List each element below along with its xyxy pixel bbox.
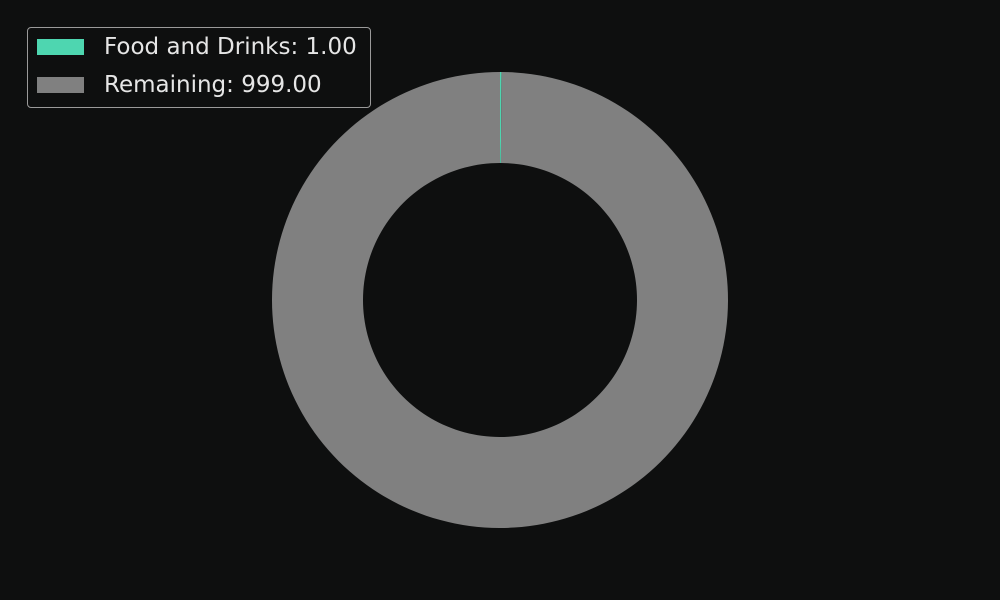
legend-swatch-remaining — [37, 77, 84, 93]
legend-item-food-and-drinks: Food and Drinks: 1.00 — [37, 33, 357, 61]
chart-container: Food and Drinks: 1.00 Remaining: 999.00 — [0, 0, 1000, 600]
legend-item-remaining: Remaining: 999.00 — [37, 71, 322, 99]
legend-swatch-food-and-drinks — [37, 39, 84, 55]
chart-legend: Food and Drinks: 1.00 Remaining: 999.00 — [27, 27, 371, 108]
donut-slice-remaining — [271, 72, 728, 528]
legend-label-remaining: Remaining: 999.00 — [104, 72, 322, 98]
legend-label-food-and-drinks: Food and Drinks: 1.00 — [104, 34, 357, 60]
